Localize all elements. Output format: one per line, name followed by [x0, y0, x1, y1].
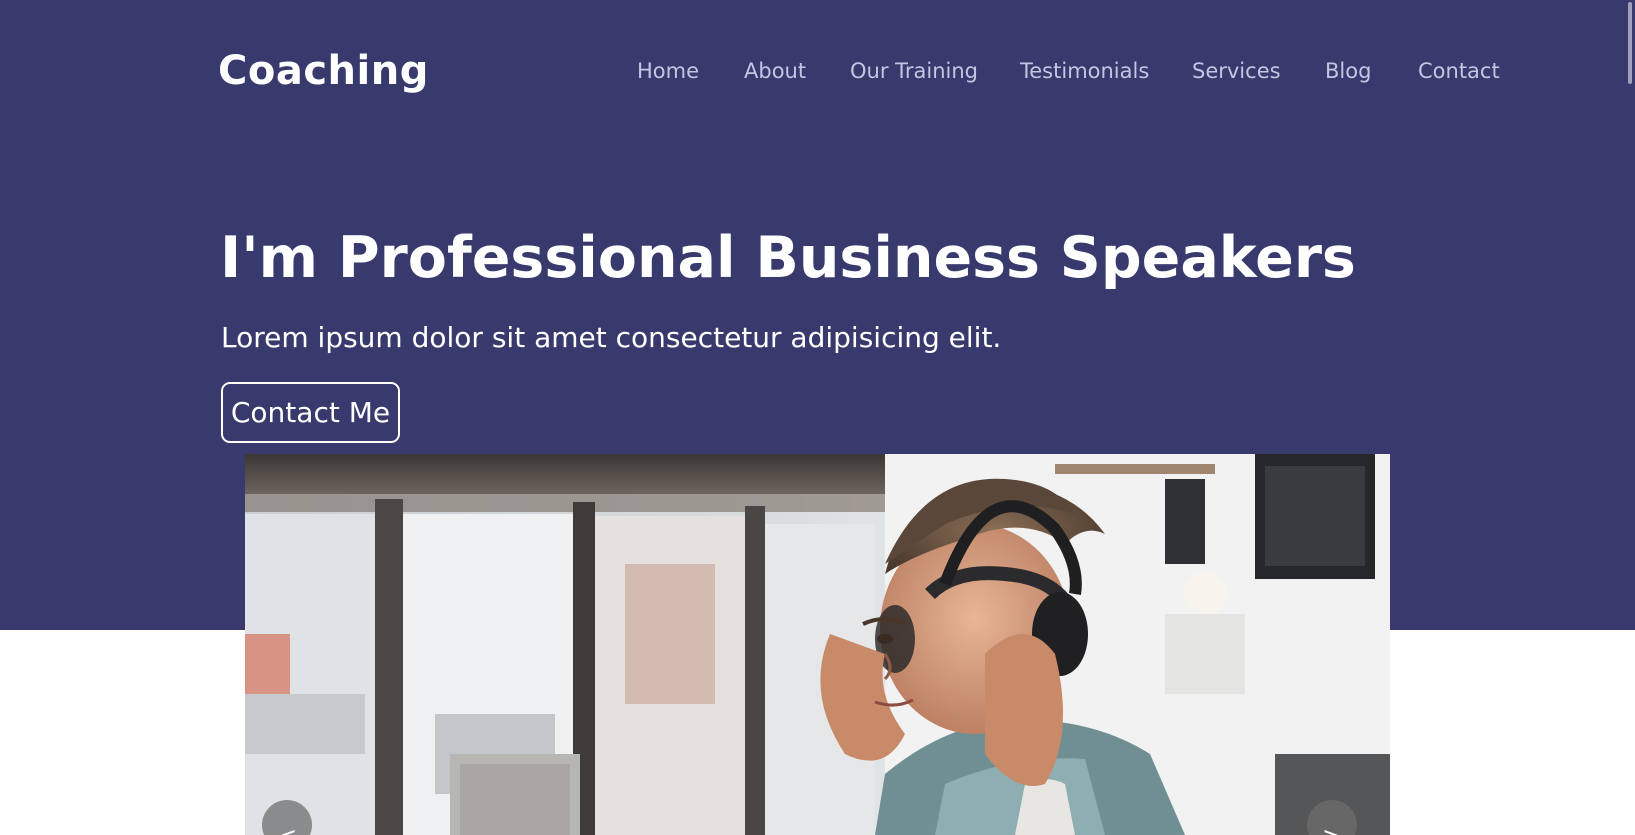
chevron-right-icon: > — [1322, 822, 1342, 835]
nav-link-our-training[interactable]: Our Training — [850, 56, 978, 86]
slide-photo — [245, 454, 1390, 835]
image-slider: < > — [245, 454, 1390, 835]
hero-subtitle: Lorem ipsum dolor sit amet consectetur a… — [221, 321, 1002, 354]
main-nav: Home About Our Training Testimonials Ser… — [0, 56, 1635, 86]
nav-link-home[interactable]: Home — [637, 56, 699, 86]
page-scrollbar[interactable] — [1625, 0, 1635, 835]
nav-link-contact[interactable]: Contact — [1418, 56, 1500, 86]
nav-link-blog[interactable]: Blog — [1325, 56, 1371, 86]
chevron-left-icon: < — [277, 822, 297, 835]
scrollbar-thumb[interactable] — [1628, 2, 1632, 84]
nav-link-testimonials[interactable]: Testimonials — [1020, 56, 1149, 86]
contact-me-button[interactable]: Contact Me — [221, 382, 400, 443]
nav-link-about[interactable]: About — [744, 56, 806, 86]
nav-link-services[interactable]: Services — [1192, 56, 1281, 86]
hero-title: I'm Professional Business Speakers — [220, 225, 1356, 291]
